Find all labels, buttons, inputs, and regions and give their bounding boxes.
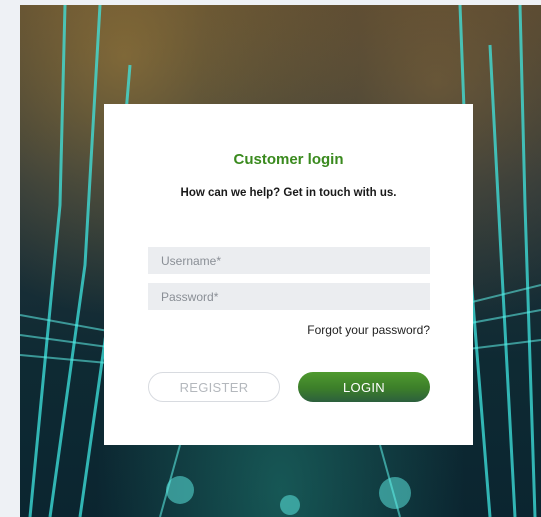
password-input[interactable] xyxy=(148,283,430,310)
username-input[interactable] xyxy=(148,247,430,274)
login-subtitle: How can we help? Get in touch with us. xyxy=(180,187,397,199)
login-button[interactable]: LOGIN xyxy=(298,372,430,402)
login-title: Customer login xyxy=(233,151,344,168)
forgot-password-link[interactable]: Forgot your password? xyxy=(307,323,430,337)
login-card: Customer login How can we help? Get in t… xyxy=(104,104,473,445)
register-button[interactable]: REGISTER xyxy=(148,372,280,402)
